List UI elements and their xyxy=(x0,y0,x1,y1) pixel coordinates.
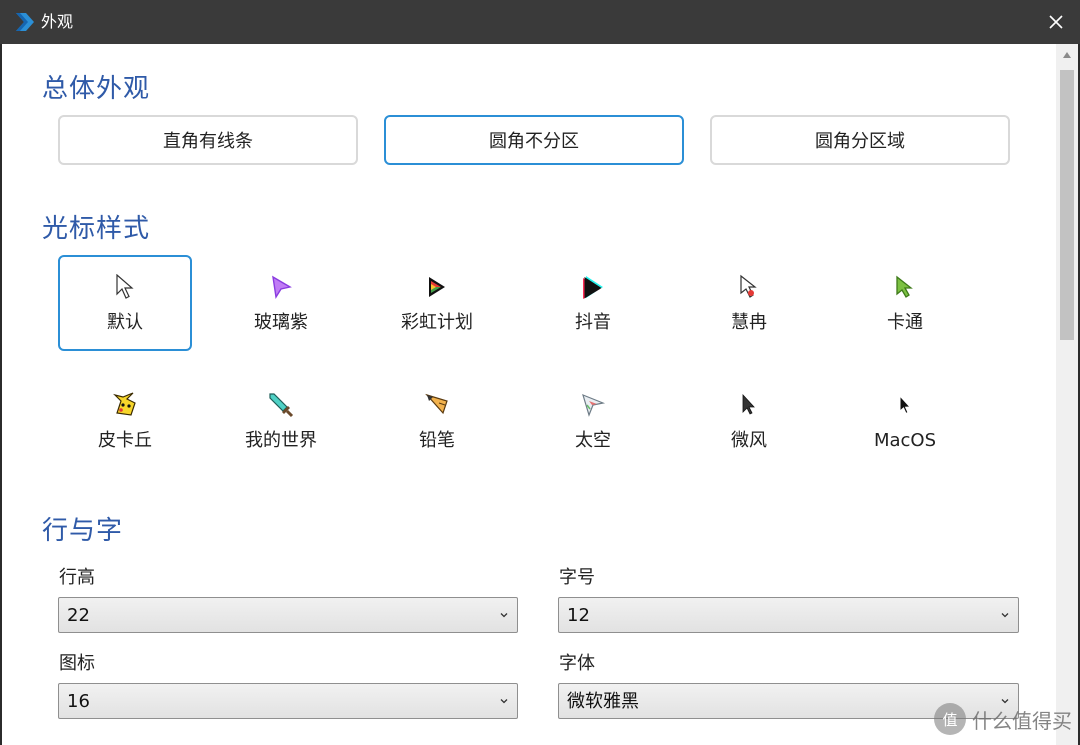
appearance-option-label: 圆角分区域 xyxy=(815,131,905,152)
tiktok-arrow-icon xyxy=(579,273,607,301)
chevron-down-icon xyxy=(500,613,508,618)
chevron-down-icon xyxy=(1001,613,1009,618)
pencil-icon xyxy=(423,391,451,419)
default-arrow-icon xyxy=(111,273,139,301)
breeze-arrow-icon xyxy=(735,391,763,419)
title-bar: 外观 xyxy=(0,0,1080,44)
appearance-option-label: 圆角不分区 xyxy=(489,131,579,152)
select-value: 微软雅黑 xyxy=(567,691,639,712)
minecraft-sword-icon xyxy=(267,391,295,419)
watermark-text: 什么值得买 xyxy=(972,708,1072,733)
scroll-up-arrow-icon[interactable] xyxy=(1063,52,1071,58)
appearance-option-rounded-partitioned[interactable]: 圆角分区域 xyxy=(710,115,1010,165)
watermark-logo: 值 xyxy=(934,703,966,735)
icon-size-select[interactable]: 16 xyxy=(58,683,518,719)
close-icon[interactable] xyxy=(1044,10,1068,34)
cursor-style-label: 皮卡丘 xyxy=(98,430,152,451)
section-title-cursor: 光标样式 xyxy=(42,214,151,244)
font-size-label: 字号 xyxy=(559,567,595,588)
cursor-style-breeze[interactable]: 微风 xyxy=(682,373,816,469)
cursor-style-default[interactable]: 默认 xyxy=(58,255,192,351)
cursor-style-label: 慧冉 xyxy=(731,312,767,333)
vertical-scrollbar[interactable] xyxy=(1056,44,1078,745)
cursor-style-space[interactable]: 太空 xyxy=(526,373,660,469)
watermark: 值 什么值得买 xyxy=(934,703,1072,735)
cursor-style-label: 抖音 xyxy=(575,312,611,333)
section-title-text: 行与字 xyxy=(42,516,124,546)
appearance-option-square[interactable]: 直角有线条 xyxy=(58,115,358,165)
cursor-style-pencil[interactable]: 铅笔 xyxy=(370,373,504,469)
cursor-style-cartoon[interactable]: 卡通 xyxy=(838,255,972,351)
macos-arrow-icon xyxy=(891,391,919,419)
space-arrow-icon xyxy=(579,391,607,419)
cursor-style-label: 彩虹计划 xyxy=(401,312,473,333)
line-height-select[interactable]: 22 xyxy=(58,597,518,633)
cursor-style-tiktok[interactable]: 抖音 xyxy=(526,255,660,351)
cursor-style-label: 我的世界 xyxy=(245,430,317,451)
appearance-option-rounded-unified[interactable]: 圆角不分区 xyxy=(384,115,684,165)
cursor-style-label: 铅笔 xyxy=(419,430,455,451)
window-title: 外观 xyxy=(41,12,74,31)
rainbow-arrow-icon xyxy=(423,273,451,301)
cursor-style-label: 太空 xyxy=(575,430,611,451)
cursor-style-label: MacOS xyxy=(873,430,937,451)
cursor-style-purple-glass[interactable]: 玻璃紫 xyxy=(214,255,348,351)
cursor-style-huiran[interactable]: 慧冉 xyxy=(682,255,816,351)
purple-glass-arrow-icon xyxy=(267,273,295,301)
scroll-thumb[interactable] xyxy=(1060,70,1074,340)
select-value: 16 xyxy=(67,691,90,712)
appearance-option-label: 直角有线条 xyxy=(163,131,253,152)
icon-size-label: 图标 xyxy=(59,653,95,674)
window-content: 总体外观 直角有线条 圆角不分区 圆角分区域 光标样式 默认 玻璃紫 彩虹计划 xyxy=(2,44,1078,745)
cursor-style-minecraft[interactable]: 我的世界 xyxy=(214,373,348,469)
select-value: 22 xyxy=(67,605,90,626)
cursor-style-label: 卡通 xyxy=(887,312,923,333)
cursor-style-label: 玻璃紫 xyxy=(254,312,308,333)
cursor-style-label: 默认 xyxy=(107,312,143,333)
section-title-appearance: 总体外观 xyxy=(42,74,151,104)
cursor-style-label: 微风 xyxy=(731,430,767,451)
cursor-style-macos[interactable]: MacOS xyxy=(838,373,972,469)
app-logo-icon xyxy=(16,13,34,31)
chevron-down-icon xyxy=(500,699,508,704)
font-size-select[interactable]: 12 xyxy=(558,597,1019,633)
green-cartoon-arrow-icon xyxy=(891,273,919,301)
select-value: 12 xyxy=(567,605,590,626)
font-family-label: 字体 xyxy=(559,653,595,674)
pikachu-icon xyxy=(111,391,139,419)
cursor-style-rainbow[interactable]: 彩虹计划 xyxy=(370,255,504,351)
cursor-style-pikachu[interactable]: 皮卡丘 xyxy=(58,373,192,469)
line-height-label: 行高 xyxy=(59,567,95,588)
white-red-arrow-icon xyxy=(735,273,763,301)
